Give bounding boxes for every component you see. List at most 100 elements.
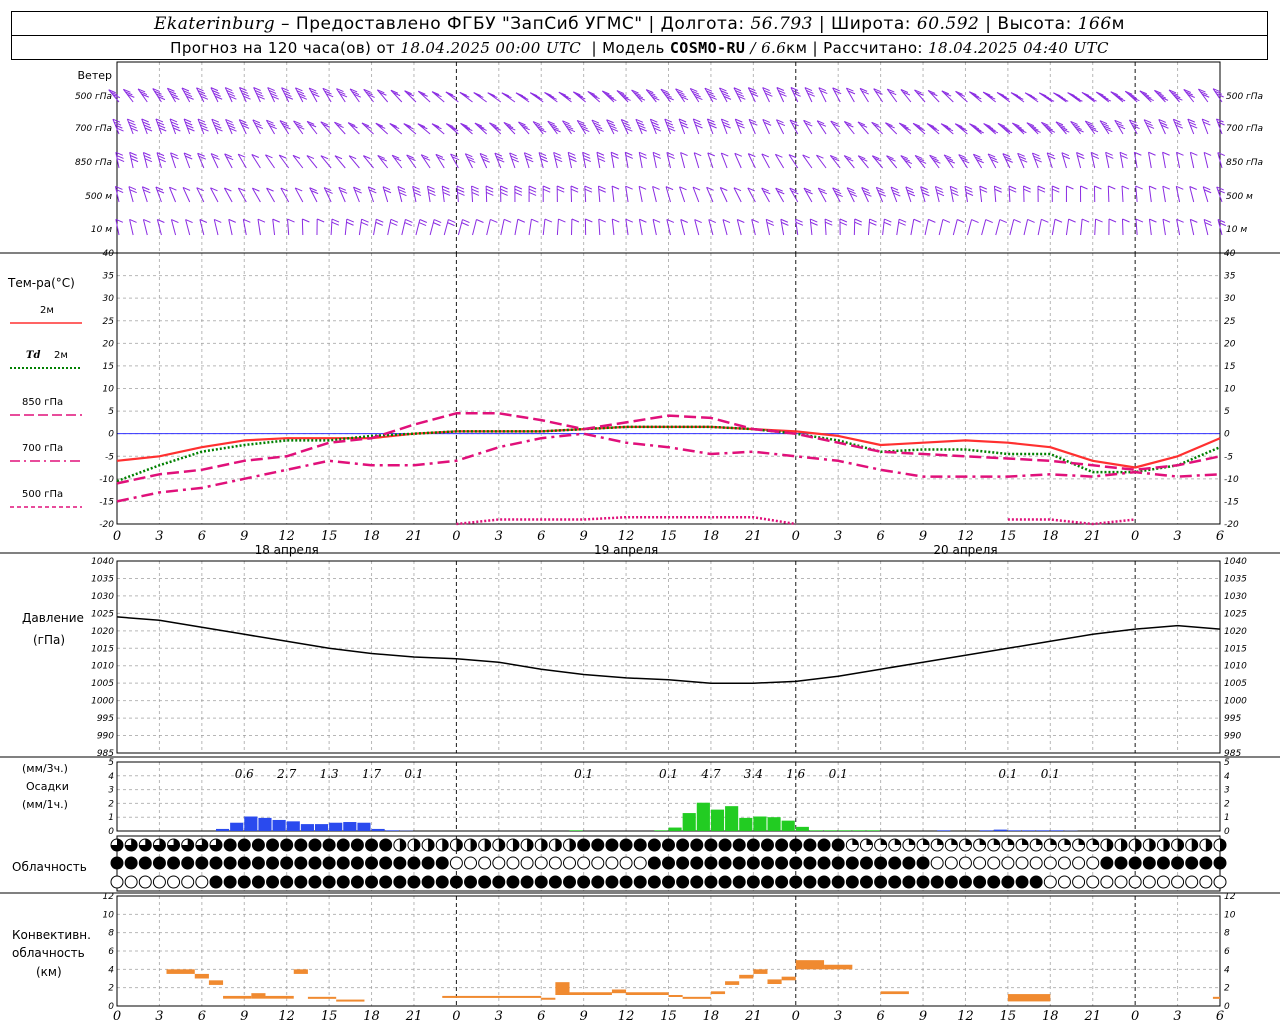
hour-tick-label: 3 <box>1173 1009 1181 1024</box>
cloud-symbol <box>1001 875 1015 889</box>
cloud-symbol <box>421 875 435 889</box>
wind-barb <box>809 219 813 236</box>
precip-total-label: 0.1 <box>998 767 1017 781</box>
y-tick-label-left: 3 <box>108 786 114 796</box>
conv-bar <box>682 996 711 999</box>
cloud-symbol-fill <box>1205 839 1212 851</box>
conv-bar <box>1212 996 1220 999</box>
y-tick-label-right: 10 <box>1224 385 1236 395</box>
wind-barb-feather <box>442 185 450 190</box>
wind-barb <box>556 219 559 236</box>
cloud-symbol <box>647 838 661 852</box>
hour-tick-label: 12 <box>618 1009 635 1024</box>
y-tick-label-right: 995 <box>1224 714 1241 724</box>
wind-barb-feather <box>433 222 441 227</box>
wind-barb-feather <box>542 188 551 193</box>
wind-barb <box>358 219 363 236</box>
cloud-symbol <box>407 875 421 889</box>
y-tick-label-left: 35 <box>103 272 115 282</box>
cloud-symbol <box>633 856 647 870</box>
y-tick-label-right: 1020 <box>1224 627 1247 637</box>
cloud-symbol <box>308 875 322 889</box>
cloud-symbol <box>874 875 888 889</box>
wind-barb <box>680 219 686 236</box>
wind-barb-feather <box>514 185 523 190</box>
cloud-symbol-fill <box>484 839 491 851</box>
cloud-symbol-fill <box>541 839 548 851</box>
y-tick-label-left: 1035 <box>91 574 114 584</box>
cloud-symbol <box>308 838 322 852</box>
y-tick-label-right: -15 <box>1224 497 1239 507</box>
wind-barb-feather <box>287 218 295 223</box>
wind-barb-feather <box>485 185 494 190</box>
y-tick-label-left: 1020 <box>91 627 114 637</box>
cloud-symbol <box>251 856 265 870</box>
wind-barb-feather <box>610 151 619 156</box>
precip-bar <box>725 806 739 831</box>
wind-barb-feather <box>346 218 355 223</box>
wind-barb <box>610 152 615 169</box>
wind-barb <box>1154 90 1166 103</box>
cloud-symbol <box>987 875 1001 889</box>
cloud-symbol <box>605 875 619 889</box>
wind-level-label: 500 гПа <box>75 92 112 102</box>
wind-barb-feather <box>1037 185 1046 190</box>
wind-barb-feather <box>1105 151 1113 156</box>
day-label: 19 апреля <box>594 543 658 557</box>
hour-tick-label: 0 <box>1131 529 1139 544</box>
cloud-title: Облачность <box>12 860 87 874</box>
wind-barb-feather <box>1009 188 1017 193</box>
wind-barb-feather <box>376 218 384 223</box>
wind-barb-feather <box>1080 185 1088 190</box>
y-tick-label-right: 15 <box>1224 362 1236 372</box>
wind-barb-feather <box>612 218 620 223</box>
wind-barb <box>638 186 643 203</box>
wind-barb <box>514 219 519 236</box>
wind-barb <box>1162 186 1166 203</box>
wind-barb <box>910 219 915 236</box>
cloud-symbol <box>718 856 732 870</box>
cloud-symbol <box>478 875 492 889</box>
wind-barb-feather <box>542 185 551 190</box>
conv-bar <box>795 960 825 970</box>
cloud-symbol <box>591 875 605 889</box>
wind-barb-feather <box>985 219 993 224</box>
precip-bar <box>569 830 583 831</box>
wind-barb-feather <box>457 191 465 196</box>
cloud-symbol <box>449 875 463 889</box>
cloud-symbol <box>1199 875 1213 889</box>
cloud-symbol <box>859 875 873 889</box>
wind-barb-feather <box>361 218 369 223</box>
wind-barb <box>638 152 643 169</box>
wind-barb <box>611 219 615 236</box>
cloud-symbol <box>1043 875 1057 889</box>
hour-tick-label: 15 <box>660 529 677 544</box>
cloud-symbol <box>520 856 534 870</box>
precip-bar <box>215 828 230 831</box>
conv-bar <box>166 969 195 974</box>
precip-total-label: 4.7 <box>700 767 720 781</box>
wind-barb <box>375 122 389 135</box>
wind-barb <box>170 219 177 236</box>
wind-barb <box>1148 219 1152 236</box>
wind-barb <box>1121 185 1124 203</box>
hour-tick-label: 3 <box>155 529 163 544</box>
cloud-symbol <box>393 875 407 889</box>
wind-barb-feather <box>928 218 936 223</box>
wind-barb <box>1203 152 1209 169</box>
hour-tick-label: 9 <box>919 1009 927 1024</box>
cloud-symbol <box>760 838 774 852</box>
y-tick-label-right: 10 <box>1224 910 1236 920</box>
wind-barb <box>938 219 944 236</box>
precip-bar <box>1022 830 1036 831</box>
wind-barb <box>652 219 657 236</box>
wind-barb-feather <box>419 219 428 223</box>
hour-tick-label: 12 <box>278 1009 295 1024</box>
wind-barb-feather <box>652 218 661 223</box>
y-tick-label-right: -20 <box>1224 520 1239 530</box>
wind-barb <box>272 219 276 236</box>
wind-barb <box>1051 219 1056 236</box>
wind-barb <box>680 152 686 169</box>
y-tick-label-right: 990 <box>1224 732 1241 742</box>
hour-tick-label: 6 <box>876 1009 884 1024</box>
